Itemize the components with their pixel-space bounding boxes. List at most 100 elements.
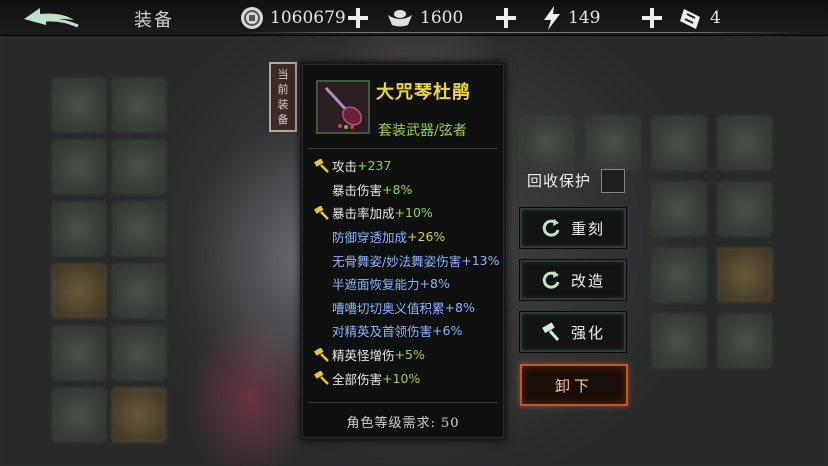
ingot-amount: 1600 (420, 8, 464, 28)
refresh-icon (542, 219, 560, 237)
modify-button[interactable]: 改造 (520, 260, 626, 300)
stat-value: +10% (382, 370, 421, 386)
equip-slot[interactable] (52, 388, 106, 442)
ticket-amount: 4 (710, 8, 721, 28)
unequip-label: 卸下 (554, 376, 593, 395)
stat-row: 暴击伤害 +8% (314, 178, 504, 202)
stat-label: 无骨舞姿/妙法舞姿伤害 (332, 253, 462, 269)
stat-label: 精英怪增伤 (332, 348, 395, 364)
equip-slot[interactable] (112, 326, 166, 380)
stat-row: 暴击率加成 +10% (314, 201, 504, 225)
equip-slot[interactable] (52, 140, 106, 194)
reforge-label: 重刻 (570, 219, 605, 238)
stat-value: +10% (394, 205, 433, 221)
equipped-tag-char: 前 (277, 83, 289, 96)
stat-row: 无骨舞姿/妙法舞姿伤害 +13% (314, 248, 504, 272)
modify-label: 改造 (570, 271, 605, 290)
add-coin-button[interactable] (346, 6, 370, 30)
energy-resource: 149 (542, 4, 600, 32)
stat-label: 对精英及首领伤害 (332, 324, 433, 340)
page-title: 装备 (134, 10, 174, 31)
inventory-slot[interactable] (652, 182, 706, 236)
inventory-slot[interactable] (652, 248, 706, 302)
divider (308, 148, 498, 149)
stat-row: 防御穿透加成 +26% (314, 225, 504, 249)
stat-row: 嘈嘈切切奥义值积累 +8% (314, 296, 504, 320)
equip-slot[interactable] (52, 264, 106, 318)
stat-label: 半遮面恢复能力 (332, 277, 420, 293)
equipped-tag: 当前装备 (269, 62, 297, 132)
stat-label: 暴击率加成 (332, 206, 395, 222)
stat-row: 对精英及首领伤害 +6% (314, 319, 504, 343)
stat-row: 攻击 +237 (314, 154, 504, 178)
stat-value: +8% (444, 299, 475, 315)
equip-slot[interactable] (52, 326, 106, 380)
equipped-tag-char: 备 (277, 113, 289, 126)
add-energy-button[interactable] (640, 6, 664, 30)
enhance-label: 强化 (570, 323, 605, 342)
recycle-protect-checkbox[interactable] (601, 169, 625, 193)
header-divider (240, 32, 800, 33)
stat-row: 半遮面恢复能力 +8% (314, 272, 504, 296)
ingot-icon (388, 10, 412, 27)
refresh-icon (542, 271, 560, 289)
inventory-slot[interactable] (718, 116, 772, 170)
stat-value: +237 (357, 158, 392, 174)
hammer-icon (314, 371, 329, 386)
equip-slot[interactable] (112, 140, 166, 194)
stat-value: +26% (407, 229, 446, 245)
hammer-icon (314, 158, 329, 173)
equip-slot[interactable] (112, 202, 166, 256)
stat-value: +6% (432, 323, 463, 339)
coin-icon (241, 7, 263, 29)
recycle-protect-label: 回收保护 (527, 172, 592, 190)
add-ingot-button[interactable] (494, 6, 518, 30)
inventory-slot[interactable] (718, 182, 772, 236)
item-name: 大咒琴杜鹃 (376, 82, 471, 103)
level-requirement: 角色等级需求: 50 (346, 416, 460, 431)
item-type: 套装武器/弦者 (378, 123, 467, 139)
top-bar: 装备 1060679 1600 149 4 (0, 0, 828, 36)
stat-label: 嘈嘈切切奥义值积累 (332, 300, 445, 316)
stat-value: +5% (394, 347, 425, 363)
equip-slot[interactable] (52, 78, 106, 132)
coin-resource: 1060679 (240, 4, 346, 32)
stat-row: 精英怪增伤 +5% (314, 343, 504, 367)
equip-slot[interactable] (112, 78, 166, 132)
equipped-tag-char: 装 (277, 98, 289, 111)
equip-slot[interactable] (112, 264, 166, 318)
pipa-instrument-icon (324, 86, 362, 129)
ticket-resource: 4 (678, 4, 721, 32)
stat-value: +8% (382, 181, 413, 197)
stat-list: 攻击 +237 暴击伤害 +8% 暴击率加成 +10% 防御穿透加成 +26% 无骨舞姿/妙法舞… (314, 154, 504, 390)
inventory-slot[interactable] (718, 314, 772, 368)
equipped-tag-char: 当 (277, 68, 289, 81)
stat-value: +8% (419, 276, 450, 292)
stat-label: 防御穿透加成 (332, 230, 408, 246)
equip-slot[interactable] (52, 202, 106, 256)
inventory-slot[interactable] (586, 116, 640, 170)
ticket-icon (680, 9, 700, 29)
lightning-icon (544, 6, 560, 30)
reforge-button[interactable]: 重刻 (520, 208, 626, 248)
unequip-button[interactable]: 卸下 (520, 364, 628, 406)
enhance-button[interactable]: 强化 (520, 312, 626, 352)
stat-value: +13% (461, 252, 500, 268)
inventory-slot[interactable] (718, 248, 772, 302)
stat-label: 攻击 (332, 159, 358, 175)
inventory-slot[interactable] (652, 314, 706, 368)
divider (308, 402, 498, 403)
stat-row: 全部伤害 +10% (314, 366, 504, 390)
equip-slot[interactable] (112, 388, 166, 442)
item-detail-panel: 大咒琴杜鹃 套装武器/弦者 攻击 +237 暴击伤害 +8% 暴击率加成 +10% 防御穿透… (300, 62, 506, 440)
stat-label: 暴击伤害 (332, 182, 383, 198)
inventory-slot[interactable] (652, 116, 706, 170)
energy-amount: 149 (568, 8, 601, 28)
back-arrow-icon[interactable] (22, 6, 80, 32)
coin-amount: 1060679 (270, 8, 346, 28)
stat-label: 全部伤害 (332, 371, 383, 387)
hammer-icon (314, 347, 329, 362)
hammer-icon (314, 205, 329, 220)
inventory-slot[interactable] (520, 116, 574, 170)
ingot-resource: 1600 (386, 4, 463, 32)
